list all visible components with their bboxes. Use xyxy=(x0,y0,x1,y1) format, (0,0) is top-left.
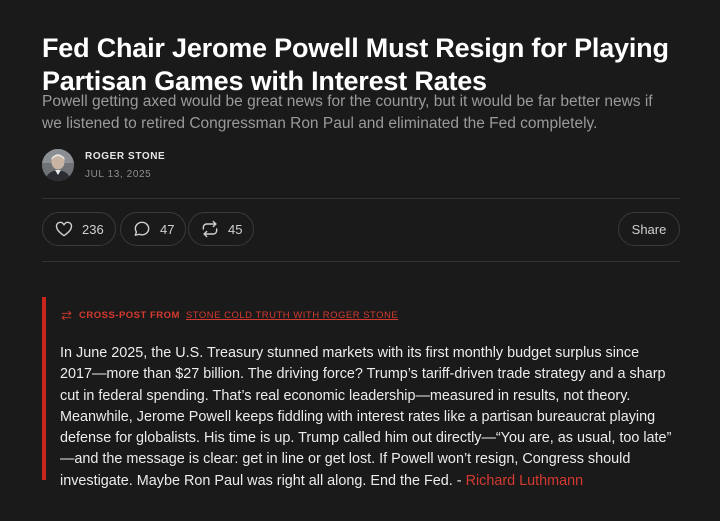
share-label: Share xyxy=(631,221,667,237)
crosspost-prefix: CROSS-POST FROM xyxy=(79,310,180,321)
like-count: 236 xyxy=(82,221,104,237)
divider xyxy=(42,198,680,199)
crosspost-arrows-icon xyxy=(61,310,72,321)
body-line: In June 2025, the U.S. Treasury stunned … xyxy=(60,345,640,361)
post-title-line: Fed Chair Jerome Powell Must Resign for … xyxy=(42,33,669,64)
post-subtitle: Powell getting axed would be great news … xyxy=(42,91,702,135)
body-line: cut in federal spending. That’s real eco… xyxy=(60,387,631,404)
comment-count: 47 xyxy=(160,221,175,237)
author-name[interactable]: ROGER STONE xyxy=(85,151,165,162)
divider xyxy=(42,261,680,262)
share-button[interactable]: Share xyxy=(618,212,680,246)
author-avatar[interactable] xyxy=(42,149,74,181)
crosspost-header: CROSS-POST FROM STONE COLD TRUTH WITH RO… xyxy=(60,309,398,322)
post-date: JUL 13, 2025 xyxy=(85,169,152,180)
post-subtitle-line: we listened to retired Congressman Ron P… xyxy=(42,115,598,132)
post-title: Fed Chair Jerome Powell Must Resign for … xyxy=(42,32,702,98)
comment-button[interactable]: 47 xyxy=(120,212,187,246)
body-line: —and the message is clear: get in line o… xyxy=(60,451,631,468)
body-line: defense for globalists. His time is up. … xyxy=(60,430,672,447)
comment-bubble-icon xyxy=(134,221,150,236)
author-link[interactable]: Richard Luthmann xyxy=(466,473,584,489)
crosspost-source-link[interactable]: STONE COLD TRUTH WITH ROGER STONE xyxy=(186,310,398,321)
avatar-photo xyxy=(42,149,74,181)
crosspost-accent-bar xyxy=(42,297,46,480)
body-last-text: investigate. Maybe Ron Paul was right al… xyxy=(60,472,466,489)
body-line: 2017—more than $27 billion. The driving … xyxy=(60,366,666,383)
body-line: Meanwhile, Jerome Powell keeps fiddling … xyxy=(60,408,656,425)
body-line-last: investigate. Maybe Ron Paul was right al… xyxy=(60,471,710,492)
like-button[interactable]: 236 xyxy=(42,212,116,246)
restack-count: 45 xyxy=(228,221,243,237)
restack-button[interactable]: 45 xyxy=(188,212,255,246)
post-subtitle-line: Powell getting axed would be great news … xyxy=(42,93,653,110)
heart-icon xyxy=(55,221,73,237)
restack-arrows-icon xyxy=(202,220,218,238)
post-body: In June 2025, the U.S. Treasury stunned … xyxy=(60,343,710,492)
